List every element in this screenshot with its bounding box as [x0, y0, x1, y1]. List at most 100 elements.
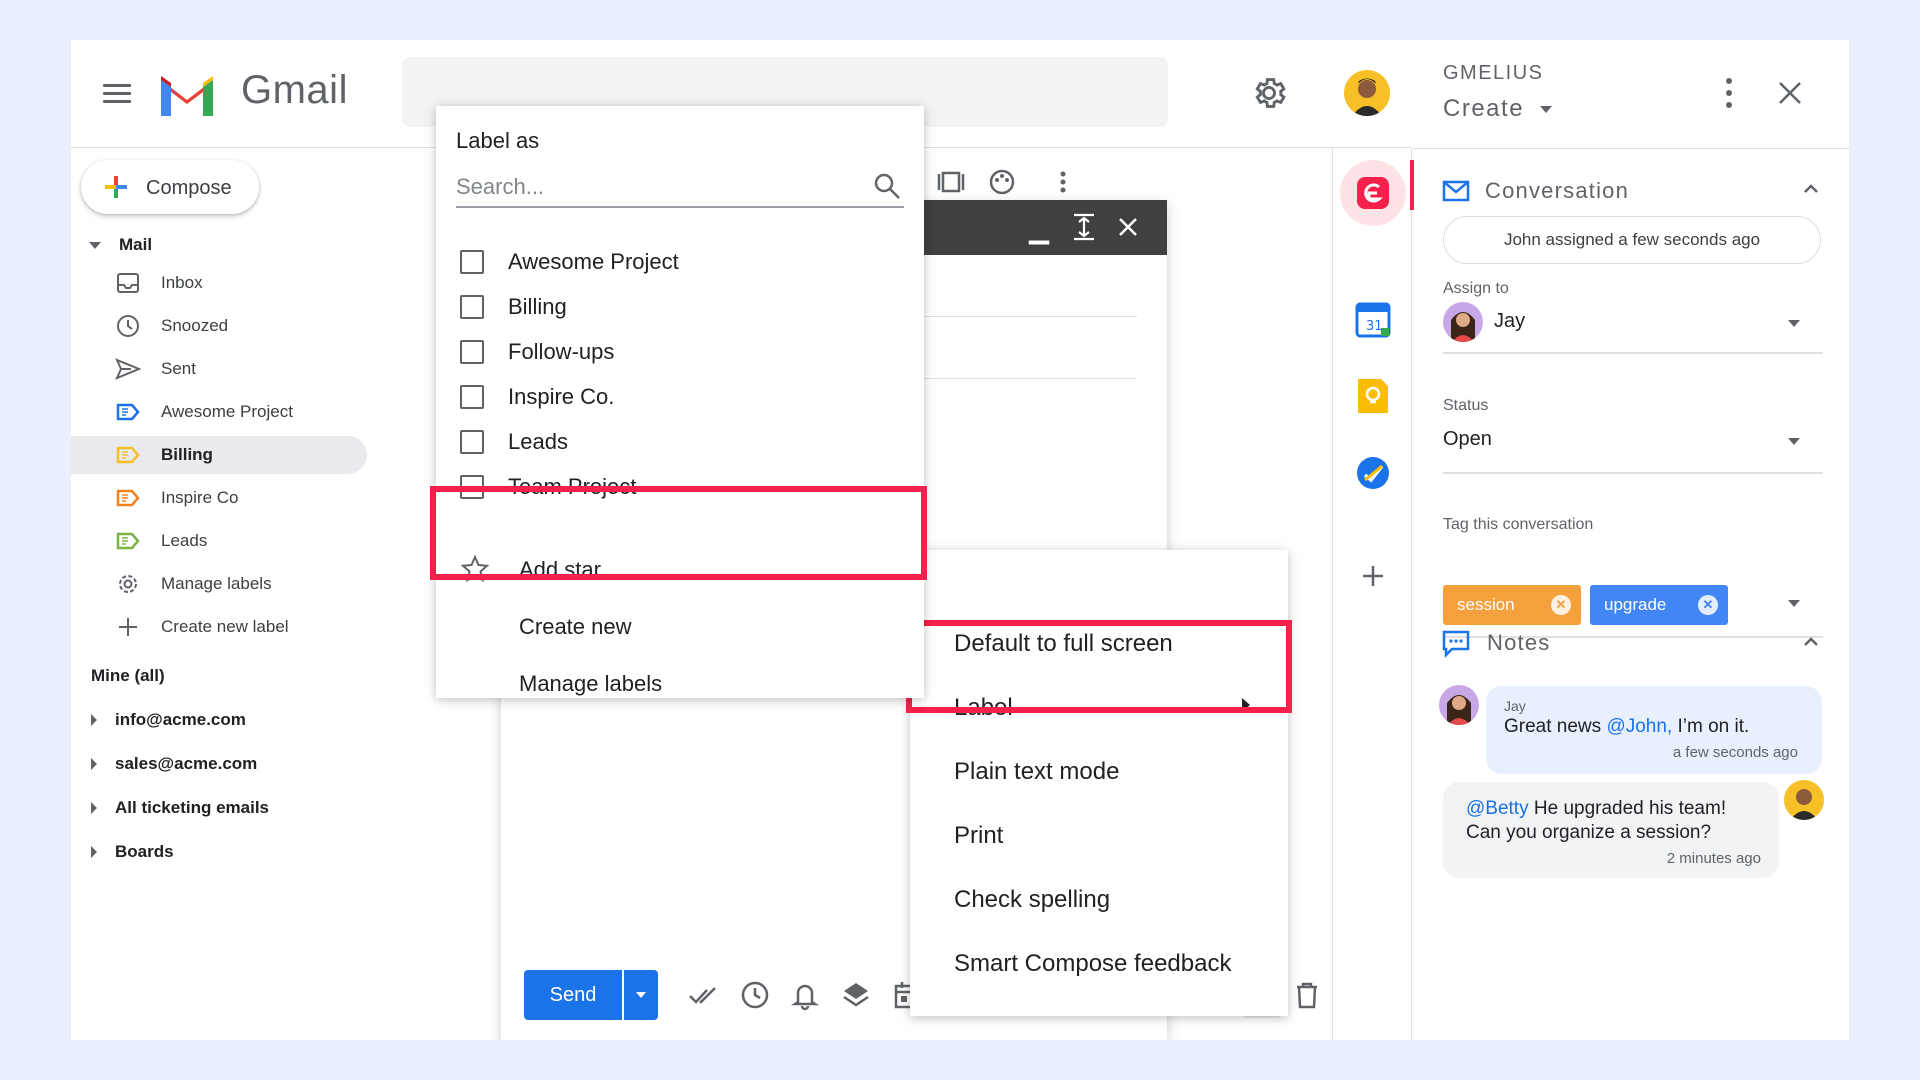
sidebar-item-label: Billing [161, 445, 213, 464]
account-avatar[interactable] [1344, 70, 1390, 116]
send-button[interactable]: Send [524, 970, 622, 1020]
palette-icon[interactable] [988, 168, 1016, 196]
label-icon-yellow [115, 442, 141, 468]
sidebar-item-label: Inbox [161, 273, 203, 292]
note-author-avatar [1784, 780, 1824, 820]
account-item-sales[interactable]: sales@acme.com [91, 754, 257, 774]
account-label: sales@acme.com [115, 754, 258, 773]
account-item-all-ticketing[interactable]: All ticketing emails [91, 798, 269, 818]
account-label: Boards [115, 842, 174, 861]
remove-tag-icon[interactable]: ✕ [1551, 595, 1571, 615]
status-dropdown-icon[interactable] [1788, 438, 1800, 445]
label-option-awesome-project[interactable]: Awesome Project [460, 244, 679, 280]
assignee-dropdown-icon[interactable] [1788, 320, 1800, 327]
sidebar-item-inspire-co[interactable]: Inspire Co [71, 479, 367, 517]
sidebar-item-billing[interactable]: Billing [71, 436, 367, 474]
label-option-text: Inspire Co. [508, 384, 615, 409]
pane-split-icon[interactable] [937, 170, 965, 194]
remove-tag-icon[interactable]: ✕ [1698, 595, 1718, 615]
send-options-button[interactable] [624, 970, 658, 1020]
close-panel-icon[interactable] [1777, 80, 1803, 106]
assign-to-label: Assign to [1443, 280, 1509, 297]
more-vert-icon[interactable] [1059, 170, 1067, 194]
label-search-input[interactable]: Search... [456, 168, 904, 208]
inbox-icon [115, 270, 141, 296]
assignee-name[interactable]: Jay [1494, 310, 1525, 333]
mention-link[interactable]: @John, [1606, 716, 1672, 737]
sidebar-item-snoozed[interactable]: Snoozed [71, 307, 367, 345]
label-option-text: Leads [508, 429, 568, 454]
account-item-info[interactable]: info@acme.com [91, 710, 246, 730]
caret-right-icon [91, 714, 97, 726]
schedule-clock-icon[interactable] [738, 978, 772, 1012]
create-new-label-option[interactable]: Create new [519, 614, 632, 640]
label-option-follow-ups[interactable]: Follow-ups [460, 334, 614, 370]
sidebar-item-sent[interactable]: Sent [71, 350, 367, 388]
fullscreen-icon[interactable] [1071, 212, 1097, 242]
search-icon [874, 173, 900, 199]
tag-dropdown-icon[interactable] [1788, 600, 1800, 607]
compose-button[interactable]: Compose [81, 160, 259, 214]
caret-down-icon [636, 992, 646, 998]
checkbox[interactable] [460, 385, 484, 409]
more-vert-icon[interactable] [1724, 76, 1734, 110]
checkbox[interactable] [460, 250, 484, 274]
tag-upgrade[interactable]: upgrade ✕ [1590, 585, 1728, 625]
gmelius-app-button[interactable] [1340, 160, 1406, 226]
caret-down-icon [1540, 105, 1553, 113]
sidebar-item-leads[interactable]: Leads [71, 522, 367, 560]
compose-label: Compose [146, 177, 232, 199]
sidebar-item-create-new-label[interactable]: Create new label [71, 608, 367, 646]
checkbox[interactable] [460, 340, 484, 364]
chevron-up-icon[interactable] [1803, 634, 1819, 650]
assignment-status-pill: John assigned a few seconds ago [1443, 216, 1821, 264]
gmelius-create-dropdown[interactable]: Create [1443, 95, 1553, 123]
label-option-inspire-co[interactable]: Inspire Co. [460, 379, 614, 415]
status-value[interactable]: Open [1443, 428, 1492, 451]
account-item-boards[interactable]: Boards [91, 842, 174, 862]
menu-item-smart-compose-feedback[interactable]: Smart Compose feedback [954, 950, 1231, 978]
mail-section-header[interactable]: Mail [89, 235, 152, 255]
menu-item-print[interactable]: Print [954, 822, 1003, 850]
double-check-icon[interactable] [687, 978, 721, 1012]
note-text-post: I’m on it. [1672, 716, 1750, 737]
sidebar-item-label: Inspire Co [161, 488, 239, 507]
mention-link[interactable]: @Betty [1466, 798, 1529, 819]
caret-right-icon [91, 758, 97, 770]
add-app-plus-icon[interactable] [1357, 560, 1389, 592]
sidebar-item-label: Create new label [161, 617, 289, 636]
bell-icon[interactable] [788, 978, 822, 1012]
label-option-leads[interactable]: Leads [460, 424, 568, 460]
tasks-app-icon[interactable] [1353, 453, 1393, 493]
note-text-pre: Great news [1504, 716, 1607, 737]
tag-session[interactable]: session ✕ [1443, 585, 1581, 625]
note-bubble-1: Jay Great news @John, I’m on it. a few s… [1486, 686, 1822, 774]
status-label: Status [1443, 397, 1489, 414]
menu-item-plain-text[interactable]: Plain text mode [954, 758, 1119, 786]
trash-icon[interactable] [1290, 978, 1324, 1012]
sidebar-item-awesome-project[interactable]: Awesome Project [71, 393, 367, 431]
checkbox[interactable] [460, 295, 484, 319]
settings-gear-icon[interactable] [1250, 74, 1288, 112]
layers-icon[interactable] [839, 978, 873, 1012]
main-menu-icon[interactable] [103, 84, 131, 104]
clock-icon [115, 313, 141, 339]
minimize-icon[interactable]: ▁ [1029, 214, 1049, 245]
close-icon[interactable] [1117, 216, 1139, 238]
sidebar-item-label: Sent [161, 359, 196, 378]
chevron-up-icon[interactable] [1803, 181, 1819, 197]
note-bubble-2: @Betty He upgraded his team! Can you org… [1443, 782, 1779, 878]
sidebar-item-manage-labels[interactable]: Manage labels [71, 565, 367, 603]
gmail-wordmark: Gmail [241, 68, 348, 112]
label-icon-orange [115, 485, 141, 511]
gmail-logo-icon [161, 76, 213, 116]
menu-item-check-spelling[interactable]: Check spelling [954, 886, 1110, 914]
mine-all-heading[interactable]: Mine (all) [91, 666, 165, 686]
note-author-avatar [1439, 685, 1479, 725]
calendar-app-icon[interactable]: 31 [1353, 300, 1393, 340]
sidebar-item-inbox[interactable]: Inbox [71, 264, 367, 302]
label-option-billing[interactable]: Billing [460, 289, 567, 325]
checkbox[interactable] [460, 430, 484, 454]
keep-app-icon[interactable] [1353, 376, 1393, 416]
manage-labels-option[interactable]: Manage labels [519, 671, 662, 697]
